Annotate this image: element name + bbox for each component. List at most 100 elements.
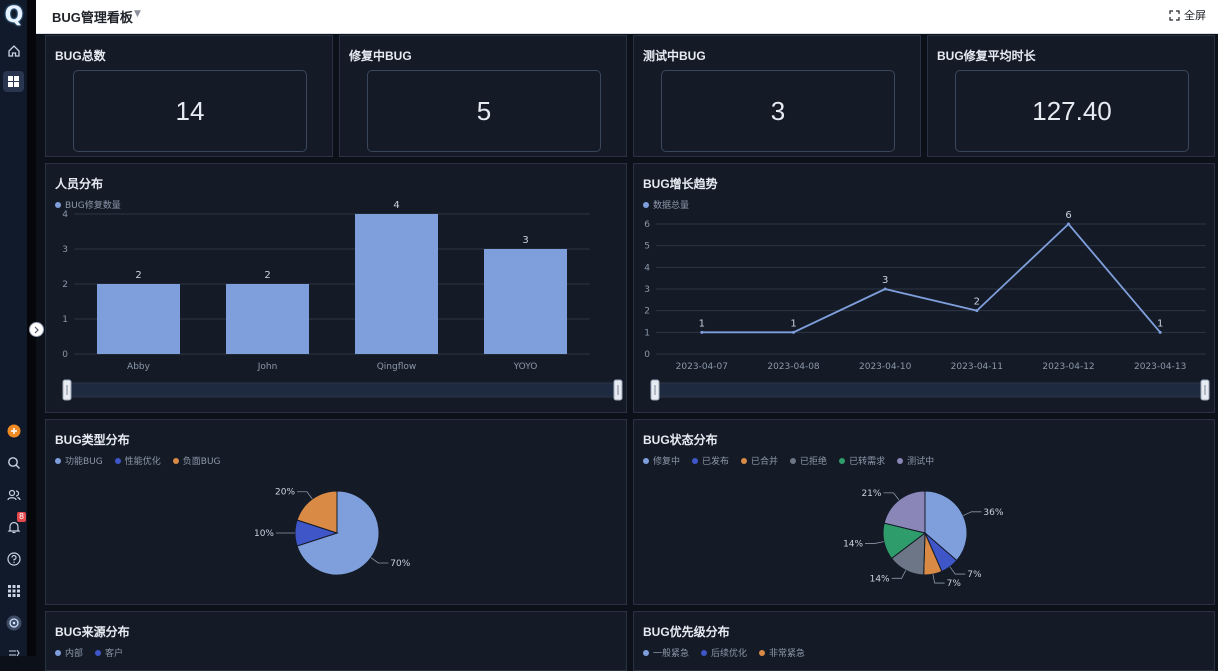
dashboard-icon[interactable] xyxy=(3,71,24,92)
data-zoom-track xyxy=(654,382,1206,398)
fullscreen-button[interactable]: 全屏 xyxy=(1169,7,1206,23)
y-tick-label: 4 xyxy=(644,263,650,273)
line-chart: 0 1 2 3 4 5 6 1 2023-04-07 1 2023-04-08 3 2023-04-10… xyxy=(644,210,1210,401)
bar-value-label: 2 xyxy=(264,270,270,281)
bar xyxy=(97,284,180,354)
y-tick-label: 6 xyxy=(644,220,650,230)
pie-value-label: 21% xyxy=(861,489,881,499)
pie-value-label: 7% xyxy=(947,579,962,589)
y-tick-label: 1 xyxy=(62,315,68,325)
data-point xyxy=(792,330,795,334)
users-icon[interactable] xyxy=(3,484,24,505)
apps-grid-icon[interactable] xyxy=(3,580,24,601)
chart-legend: 一般紧急 后续优化 非常紧急 xyxy=(643,646,805,659)
add-icon[interactable] xyxy=(3,420,24,441)
app-logo[interactable]: Q xyxy=(2,3,26,29)
kpi-title: 测试中BUG xyxy=(643,49,706,63)
kpi-card-testing: 测试中BUG 3 xyxy=(633,35,921,157)
x-tick-label: 2023-04-10 xyxy=(859,362,912,372)
bar-value-label: 4 xyxy=(393,200,399,211)
pie-label-line xyxy=(963,511,982,516)
y-tick-label: 3 xyxy=(62,245,68,255)
bell-icon[interactable]: 8 xyxy=(3,512,27,537)
y-tick-label: 4 xyxy=(62,210,68,220)
y-tick-label: 2 xyxy=(62,280,68,290)
avatar[interactable] xyxy=(3,612,24,633)
fullscreen-label: 全屏 xyxy=(1184,9,1206,22)
y-tick-label: 2 xyxy=(644,307,650,317)
pie-value-label: 20% xyxy=(275,488,295,498)
bar xyxy=(484,249,567,354)
point-value-label: 6 xyxy=(1065,210,1071,221)
bug-status-panel: BUG状态分布 修复中 已发布 已合并 已拒绝 已转需求 测试中 36% 7% 7%… xyxy=(633,419,1215,605)
data-point xyxy=(975,309,979,313)
bug-source-panel: BUG来源分布 内部 客户 xyxy=(45,611,627,671)
chevron-down-icon[interactable]: ▼ xyxy=(134,9,141,19)
x-tick-label: 2023-04-11 xyxy=(951,362,1003,372)
point-value-label: 1 xyxy=(699,318,705,329)
pie-label-line xyxy=(932,574,945,584)
search-icon[interactable] xyxy=(3,452,24,473)
pie-value-label: 7% xyxy=(967,570,982,580)
pie-label-line xyxy=(865,541,884,544)
legend-item[interactable]: 内部 xyxy=(55,646,83,659)
expand-menu-icon[interactable] xyxy=(3,642,24,663)
top-bar: BUG管理看板 ▼ 全屏 xyxy=(36,0,1218,34)
point-value-label: 1 xyxy=(1157,318,1163,329)
page-title[interactable]: BUG管理看板 xyxy=(52,7,133,26)
kpi-value: 127.40 xyxy=(955,70,1189,152)
status-pie-chart: 36% 7% 7% 14% 14% 21% xyxy=(843,489,1004,589)
kpi-title: BUG修复平均时长 xyxy=(937,49,1036,63)
pie-value-label: 70% xyxy=(390,559,410,569)
home-icon[interactable] xyxy=(3,40,24,61)
kpi-title: BUG总数 xyxy=(55,49,106,63)
person-distribution-panel: 人员分布 BUG修复数量 0 1 2 3 4 2 Abby 2 John 4 Qingflow 3 YO… xyxy=(45,163,627,413)
type-pie-chart: 70% 10% 20% xyxy=(254,488,411,576)
data-point xyxy=(883,287,887,291)
point-value-label: 2 xyxy=(974,297,980,308)
bug-trend-panel: BUG增长趋势 数据总量 0 1 2 3 4 5 6 1 2023-04-07 1 2023-04-… xyxy=(633,163,1215,413)
x-tick-label: 2023-04-12 xyxy=(1042,362,1094,372)
pie-value-label: 10% xyxy=(254,529,274,539)
point-value-label: 3 xyxy=(882,275,888,286)
pie-label-line xyxy=(891,570,907,579)
data-point xyxy=(1067,222,1070,226)
pie-label-line xyxy=(297,491,313,500)
y-tick-label: 3 xyxy=(644,285,650,295)
pie-label-line xyxy=(949,566,966,575)
pie-value-label: 14% xyxy=(843,539,863,549)
x-tick-label: Abby xyxy=(127,362,151,372)
chart-title: BUG优先级分布 xyxy=(643,625,730,639)
kpi-value: 14 xyxy=(73,70,307,152)
x-tick-label: 2023-04-08 xyxy=(767,362,820,372)
y-tick-label: 1 xyxy=(644,328,650,338)
legend-item[interactable]: 后续优化 xyxy=(701,646,747,659)
x-tick-label: Qingflow xyxy=(377,362,417,372)
kpi-card-avg-duration: BUG修复平均时长 127.40 xyxy=(927,35,1215,157)
kpi-value: 3 xyxy=(661,70,895,152)
point-value-label: 1 xyxy=(790,318,796,329)
chevron-right-icon xyxy=(34,326,39,333)
series-line xyxy=(701,222,1161,334)
bar xyxy=(355,214,438,354)
pie-value-label: 36% xyxy=(983,508,1003,518)
chart-legend: 内部 客户 xyxy=(55,646,123,659)
bar-chart: 0 1 2 3 4 2 Abby 2 John 4 Qingflow 3 YOYO xyxy=(62,200,623,401)
side-nav: Q 8 xyxy=(0,0,27,656)
data-point xyxy=(1158,330,1162,334)
legend-item[interactable]: 客户 xyxy=(95,646,123,659)
x-tick-label: YOYO xyxy=(513,362,538,372)
legend-item[interactable]: 非常紧急 xyxy=(759,646,805,659)
x-tick-label: John xyxy=(257,362,278,372)
help-icon[interactable] xyxy=(3,548,24,569)
pie-label-line xyxy=(883,492,900,501)
bar-value-label: 3 xyxy=(522,235,528,246)
legend-item[interactable]: 一般紧急 xyxy=(643,646,689,659)
bar-value-label: 2 xyxy=(135,270,141,281)
sidebar-collapse-button[interactable] xyxy=(29,322,44,337)
pie-value-label: 14% xyxy=(870,574,890,584)
bug-priority-panel: BUG优先级分布 一般紧急 后续优化 非常紧急 xyxy=(633,611,1215,671)
kpi-card-fixing: 修复中BUG 5 xyxy=(339,35,627,157)
kpi-card-total: BUG总数 14 xyxy=(45,35,333,157)
y-tick-label: 0 xyxy=(644,350,650,360)
